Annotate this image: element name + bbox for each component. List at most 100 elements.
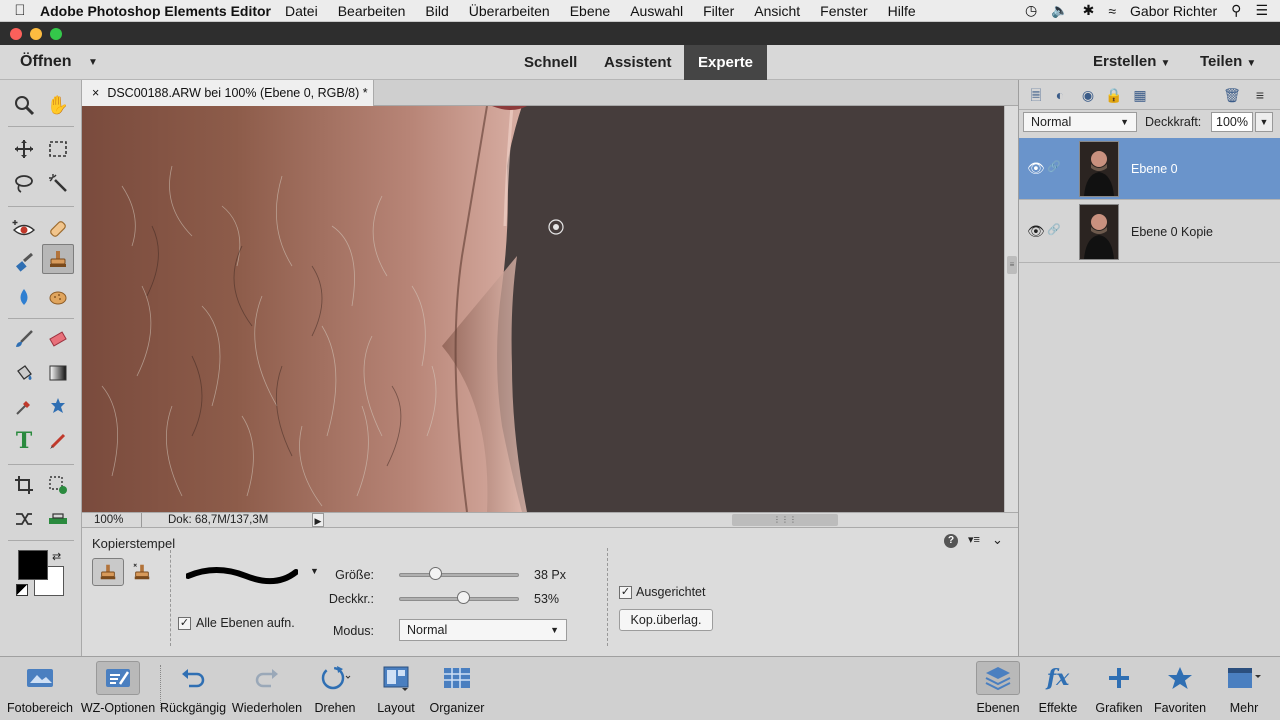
brush-preset-picker[interactable]: ▼ bbox=[185, 562, 322, 588]
apple-icon[interactable]:  bbox=[0, 2, 40, 19]
close-document-icon[interactable]: × bbox=[92, 86, 99, 100]
brush-tool-icon[interactable] bbox=[8, 324, 40, 354]
default-colors-icon[interactable] bbox=[16, 584, 28, 596]
menu-datei[interactable]: Datei bbox=[285, 3, 318, 19]
layer-visibility-eye-icon[interactable]: 👁 bbox=[1027, 223, 1045, 240]
effects-panel-button[interactable]: fx Effekte bbox=[1034, 661, 1082, 717]
graphics-panel-button[interactable]: Grafiken bbox=[1092, 661, 1146, 717]
vertical-scrollbar[interactable]: ≡ bbox=[1004, 106, 1018, 512]
custom-shape-icon[interactable] bbox=[42, 392, 74, 422]
rectangular-marquee-icon[interactable] bbox=[42, 134, 74, 164]
app-name-menu[interactable]: Adobe Photoshop Elements Editor bbox=[40, 3, 271, 19]
lock-all-icon[interactable]: 🔒 bbox=[1105, 86, 1123, 104]
menu-ebene[interactable]: Ebene bbox=[570, 3, 610, 19]
collapse-options-icon[interactable]: ⌄ bbox=[992, 532, 1003, 548]
bluetooth-icon[interactable]: ✱ bbox=[1083, 2, 1095, 19]
layer-opacity-dropdown-icon[interactable]: ▼ bbox=[1255, 112, 1273, 132]
blend-mode-select[interactable]: Normal ▼ bbox=[1023, 112, 1137, 132]
menu-ansicht[interactable]: Ansicht bbox=[754, 3, 800, 19]
new-layer-icon[interactable]: 🗏 bbox=[1027, 86, 1045, 104]
blur-tool-icon[interactable] bbox=[8, 282, 40, 312]
layer-link-icon[interactable]: 🔗 bbox=[1047, 223, 1061, 236]
lock-transparency-icon[interactable]: ▦ bbox=[1131, 86, 1149, 104]
open-caret-icon[interactable]: ▼ bbox=[88, 57, 98, 68]
menu-bild[interactable]: Bild bbox=[425, 3, 448, 19]
tab-schnell[interactable]: Schnell bbox=[510, 45, 591, 80]
eyedropper-icon[interactable] bbox=[8, 392, 40, 422]
content-aware-move-icon[interactable] bbox=[8, 504, 40, 534]
panel-menu-icon[interactable]: ≡ bbox=[1251, 86, 1269, 104]
straighten-tool-icon[interactable] bbox=[42, 504, 74, 534]
lasso-tool-icon[interactable] bbox=[8, 168, 40, 198]
layer-visibility-eye-icon[interactable]: 👁 bbox=[1027, 160, 1045, 177]
layout-button[interactable]: Layout bbox=[370, 661, 422, 717]
magic-wand-icon[interactable] bbox=[42, 168, 74, 198]
rotate-button[interactable]: Drehen bbox=[306, 661, 364, 717]
sponge-tool-icon[interactable] bbox=[42, 282, 74, 312]
image-canvas[interactable] bbox=[82, 106, 1004, 512]
layer-link-icon[interactable]: 🔗 bbox=[1047, 160, 1061, 173]
layers-panel-button[interactable]: Ebenen bbox=[974, 661, 1022, 717]
organizer-button[interactable]: Organizer bbox=[426, 661, 488, 717]
recompose-tool-icon[interactable] bbox=[42, 470, 74, 500]
time-machine-icon[interactable]: ◷ bbox=[1025, 2, 1037, 19]
options-menu-icon[interactable]: ▾≡ bbox=[968, 533, 980, 546]
redo-button[interactable]: Wiederholen bbox=[230, 661, 304, 717]
vertical-scroll-thumb[interactable]: ≡ bbox=[1007, 256, 1017, 274]
zoom-tool-icon[interactable] bbox=[8, 90, 40, 120]
tab-experte[interactable]: Experte bbox=[684, 45, 768, 80]
pencil-tool-icon[interactable] bbox=[42, 426, 74, 456]
crop-tool-icon[interactable] bbox=[8, 470, 40, 500]
menu-bearbeiten[interactable]: Bearbeiten bbox=[338, 3, 406, 19]
more-panels-button[interactable]: Mehr bbox=[1214, 661, 1274, 717]
spotlight-search-icon[interactable]: ⚲ bbox=[1231, 2, 1241, 19]
document-tab[interactable]: × DSC00188.ARW bei 100% (Ebene 0, RGB/8) … bbox=[82, 80, 374, 106]
horizontal-scroll-thumb[interactable]: ⋮⋮⋮ bbox=[732, 514, 838, 526]
swap-colors-icon[interactable]: ⇄ bbox=[52, 550, 61, 563]
size-slider-knob[interactable] bbox=[429, 567, 442, 580]
pattern-stamp-mode-button[interactable] bbox=[126, 558, 158, 586]
status-menu-arrow-icon[interactable]: ▶ bbox=[312, 513, 324, 527]
menu-filter[interactable]: Filter bbox=[703, 3, 734, 19]
menu-hilfe[interactable]: Hilfe bbox=[888, 3, 916, 19]
tool-options-button[interactable]: WZ-Optionen bbox=[80, 661, 156, 717]
help-icon[interactable]: ? bbox=[944, 534, 958, 548]
zoom-window-button[interactable] bbox=[50, 28, 62, 40]
clone-overlay-button[interactable]: Kop.überlag. bbox=[619, 609, 713, 631]
tab-assistent[interactable]: Assistent bbox=[590, 45, 686, 80]
gradient-tool-icon[interactable] bbox=[42, 358, 74, 388]
undo-button[interactable]: Rückgängig bbox=[160, 661, 226, 717]
opacity-slider-knob[interactable] bbox=[456, 591, 470, 604]
move-tool-icon[interactable] bbox=[8, 134, 40, 164]
minimize-window-button[interactable] bbox=[30, 28, 42, 40]
favorites-panel-button[interactable]: Favoriten bbox=[1152, 661, 1208, 717]
menu-ueberarbeiten[interactable]: Überarbeiten bbox=[469, 3, 550, 19]
close-window-button[interactable] bbox=[10, 28, 22, 40]
hand-tool-icon[interactable]: ✋ bbox=[42, 90, 74, 120]
open-button[interactable]: Öffnen bbox=[20, 53, 72, 71]
clone-stamp-tool-icon[interactable] bbox=[42, 244, 74, 274]
layer-opacity-input[interactable]: 100% bbox=[1211, 112, 1253, 132]
eraser-tool-icon[interactable] bbox=[42, 324, 74, 354]
foreground-color-swatch[interactable] bbox=[18, 550, 48, 580]
mode-select[interactable]: Normal ▼ bbox=[399, 619, 567, 641]
aligned-checkbox[interactable]: ✓ bbox=[619, 586, 632, 599]
menu-auswahl[interactable]: Auswahl bbox=[630, 3, 683, 19]
wifi-icon[interactable]: ≈ bbox=[1108, 3, 1116, 19]
user-name[interactable]: Gabor Richter bbox=[1130, 3, 1217, 19]
notification-center-icon[interactable]: ☰ bbox=[1255, 2, 1268, 19]
layer-row-ebene-0-kopie[interactable]: 👁 🔗 Ebene 0 Kopie bbox=[1019, 201, 1280, 263]
all-layers-checkbox[interactable]: ✓ bbox=[178, 617, 191, 630]
menu-fenster[interactable]: Fenster bbox=[820, 3, 867, 19]
volume-icon[interactable]: 🔈 bbox=[1051, 2, 1068, 19]
clone-stamp-mode-button[interactable] bbox=[92, 558, 124, 586]
spot-healing-brush-icon[interactable] bbox=[42, 214, 74, 244]
paint-bucket-icon[interactable] bbox=[8, 358, 40, 388]
photo-bin-button[interactable]: Fotobereich bbox=[4, 661, 76, 717]
share-menu[interactable]: Teilen ▼ bbox=[1200, 53, 1256, 70]
size-slider-track[interactable] bbox=[399, 573, 519, 577]
layer-mask-icon[interactable]: ◉ bbox=[1079, 86, 1097, 104]
layer-row-ebene-0[interactable]: 👁 🔗 Ebene 0 bbox=[1019, 138, 1280, 200]
red-eye-tool-icon[interactable] bbox=[8, 214, 40, 244]
type-tool-icon[interactable]: T bbox=[8, 426, 40, 456]
